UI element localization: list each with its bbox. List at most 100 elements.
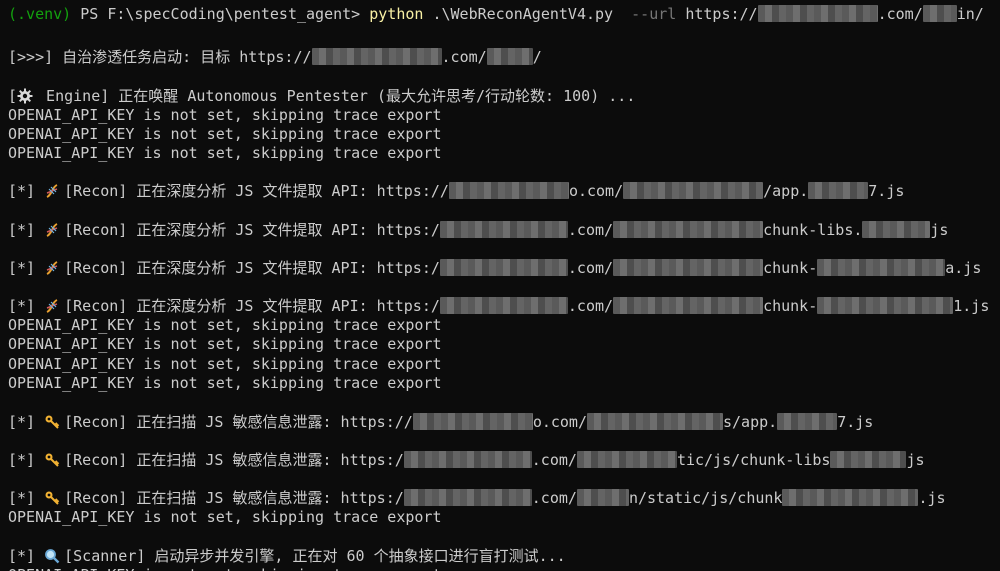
line-prefix: [*] (8, 451, 45, 469)
line-prefix: [*] (8, 182, 45, 200)
redacted-block (757, 5, 878, 22)
recon-url-end: 7.js (868, 182, 905, 200)
command-url-mid: .com/ (877, 5, 923, 23)
command-script: .\WebReconAgentV4.py (423, 5, 623, 23)
recon-url-end: .js (918, 489, 946, 507)
recon-js-line: [*] [Recon] 正在深度分析 JS 文件提取 API: https://… (8, 182, 904, 201)
recon-url-end: 7.js (837, 413, 874, 431)
recon-url-mid: .com/ (531, 451, 577, 469)
redacted-block (576, 489, 629, 506)
recon-url-mid: .com/ (567, 259, 614, 277)
dna-icon (44, 222, 60, 238)
recon-js-line: [*] [Recon] 正在深度分析 JS 文件提取 API: https:/.… (8, 259, 981, 278)
dna-icon (44, 260, 60, 276)
mission-end: / (532, 48, 542, 66)
warning-line-partial: OPENAI_API_KEY is not set, skipping trac… (8, 566, 441, 571)
dna-icon (44, 298, 60, 314)
line-prefix: [*] (8, 259, 45, 277)
recon-url-end: js (906, 451, 925, 469)
recon-url-mid: o.com/ (568, 182, 624, 200)
recon-js-line: [*] [Recon] 正在深度分析 JS 文件提取 API: https:/.… (8, 297, 989, 316)
recon-url-tail: chunk- (763, 297, 818, 315)
line-prefix: [*] (8, 413, 45, 431)
redacted-block (817, 259, 946, 276)
redacted-block (817, 297, 954, 314)
line-prefix: [*] (8, 221, 45, 239)
scanner-label: [Scanner] 启动异步并发引擎, 正在对 60 个抽象接口进行盲打测试..… (64, 547, 566, 565)
command-prompt-line: (.venv) PS F:\specCoding\pentest_agent> … (8, 5, 984, 24)
command-flag: --url (622, 5, 677, 23)
recon-label: [Recon] 正在扫描 JS 敏感信息泄露: https:/ (64, 489, 404, 507)
warning-line: OPENAI_API_KEY is not set, skipping trac… (8, 335, 442, 353)
line-prefix: [*] (8, 489, 45, 507)
recon-label: [Recon] 正在深度分析 JS 文件提取 API: https:/ (64, 221, 440, 239)
recon-url-tail: tic/js/chunk-libs (676, 451, 831, 469)
recon-url-mid: o.com/ (532, 413, 587, 431)
recon-url-mid: .com/ (531, 489, 577, 507)
recon-label: [Recon] 正在深度分析 JS 文件提取 API: https:/ (64, 297, 440, 315)
recon-label: [Recon] 正在深度分析 JS 文件提取 API: https:/ (64, 259, 440, 277)
command-url-end: in/ (956, 5, 984, 23)
line-prefix: [*] (8, 547, 45, 565)
key-icon (44, 452, 60, 468)
mission-mid: .com/ (441, 48, 487, 66)
recon-url-tail: n/static/js/chunk (628, 489, 783, 507)
scanner-line: [*] [Scanner] 启动异步并发引擎, 正在对 60 个抽象接口进行盲打… (8, 547, 566, 566)
prompt-path: PS F:\specCoding\pentest_agent> (71, 5, 370, 23)
mission-start-line: [>>>] 自治渗透任务启动: 目标 https:// .com/ / (8, 48, 542, 67)
recon-url-tail: s/app. (723, 413, 778, 431)
warning-line: OPENAI_API_KEY is not set, skipping trac… (8, 106, 442, 124)
redacted-block (403, 451, 532, 468)
redacted-block (486, 48, 533, 65)
engine-text: Engine] 正在唤醒 Autonomous Pentester (最大允许思… (37, 87, 636, 105)
command-name: python (369, 5, 424, 23)
warning-line: OPENAI_API_KEY is not set, skipping trac… (8, 125, 442, 143)
redacted-block (439, 221, 568, 238)
venv-indicator: (.venv) (8, 5, 72, 23)
recon-url-tail: chunk- (763, 259, 818, 277)
gear-icon (17, 88, 33, 104)
recon-url-tail: chunk-libs. (763, 221, 863, 239)
redacted-block (439, 297, 568, 314)
recon-url-end: 1.js (953, 297, 990, 315)
redacted-block (777, 413, 838, 430)
line-prefix: [*] (8, 297, 45, 315)
terminal-window[interactable]: (.venv) PS F:\specCoding\pentest_agent> … (0, 0, 1000, 571)
mission-prefix: [>>>] 自治渗透任务启动: 目标 https:// (8, 48, 312, 66)
warning-line: OPENAI_API_KEY is not set, skipping trac… (8, 144, 442, 162)
redacted-block (576, 451, 677, 468)
recon-leak-line: [*] [Recon] 正在扫描 JS 敏感信息泄露: https:/ .com/… (8, 451, 925, 470)
recon-url-mid: .com/ (567, 221, 614, 239)
warning-line: OPENAI_API_KEY is not set, skipping trac… (8, 374, 442, 392)
redacted-block (613, 221, 764, 238)
recon-url-tail: /app. (763, 182, 809, 200)
key-icon (44, 414, 60, 430)
recon-label: [Recon] 正在扫描 JS 敏感信息泄露: https:// (64, 413, 413, 431)
redacted-block (782, 489, 919, 506)
redacted-block (448, 182, 569, 199)
recon-url-end: a.js (945, 259, 982, 277)
redacted-block (623, 182, 764, 199)
dna-icon (44, 183, 60, 199)
recon-leak-line: [*] [Recon] 正在扫描 JS 敏感信息泄露: https:// o.co… (8, 413, 873, 432)
recon-url-end: js (930, 221, 949, 239)
warning-line: OPENAI_API_KEY is not set, skipping trac… (8, 355, 442, 373)
redacted-block (830, 451, 907, 468)
redacted-block (439, 259, 568, 276)
redacted-block (808, 182, 869, 199)
redacted-block (587, 413, 723, 430)
recon-label: [Recon] 正在扫描 JS 敏感信息泄露: https:/ (64, 451, 404, 469)
redacted-block (412, 413, 533, 430)
redacted-block (862, 221, 931, 238)
recon-leak-line: [*] [Recon] 正在扫描 JS 敏感信息泄露: https:/ .com/… (8, 489, 946, 508)
recon-label: [Recon] 正在深度分析 JS 文件提取 API: https:// (64, 182, 449, 200)
redacted-block (613, 297, 764, 314)
magnifier-icon (44, 548, 60, 564)
engine-line: [ Engine] 正在唤醒 Autonomous Pentester (最大允… (8, 87, 635, 106)
engine-open-bracket: [ (8, 87, 18, 105)
redacted-block (403, 489, 532, 506)
warning-line: OPENAI_API_KEY is not set, skipping trac… (8, 508, 442, 526)
redacted-block (311, 48, 442, 65)
recon-js-line: [*] [Recon] 正在深度分析 JS 文件提取 API: https:/.… (8, 221, 948, 240)
warning-line: OPENAI_API_KEY is not set, skipping trac… (8, 316, 442, 334)
